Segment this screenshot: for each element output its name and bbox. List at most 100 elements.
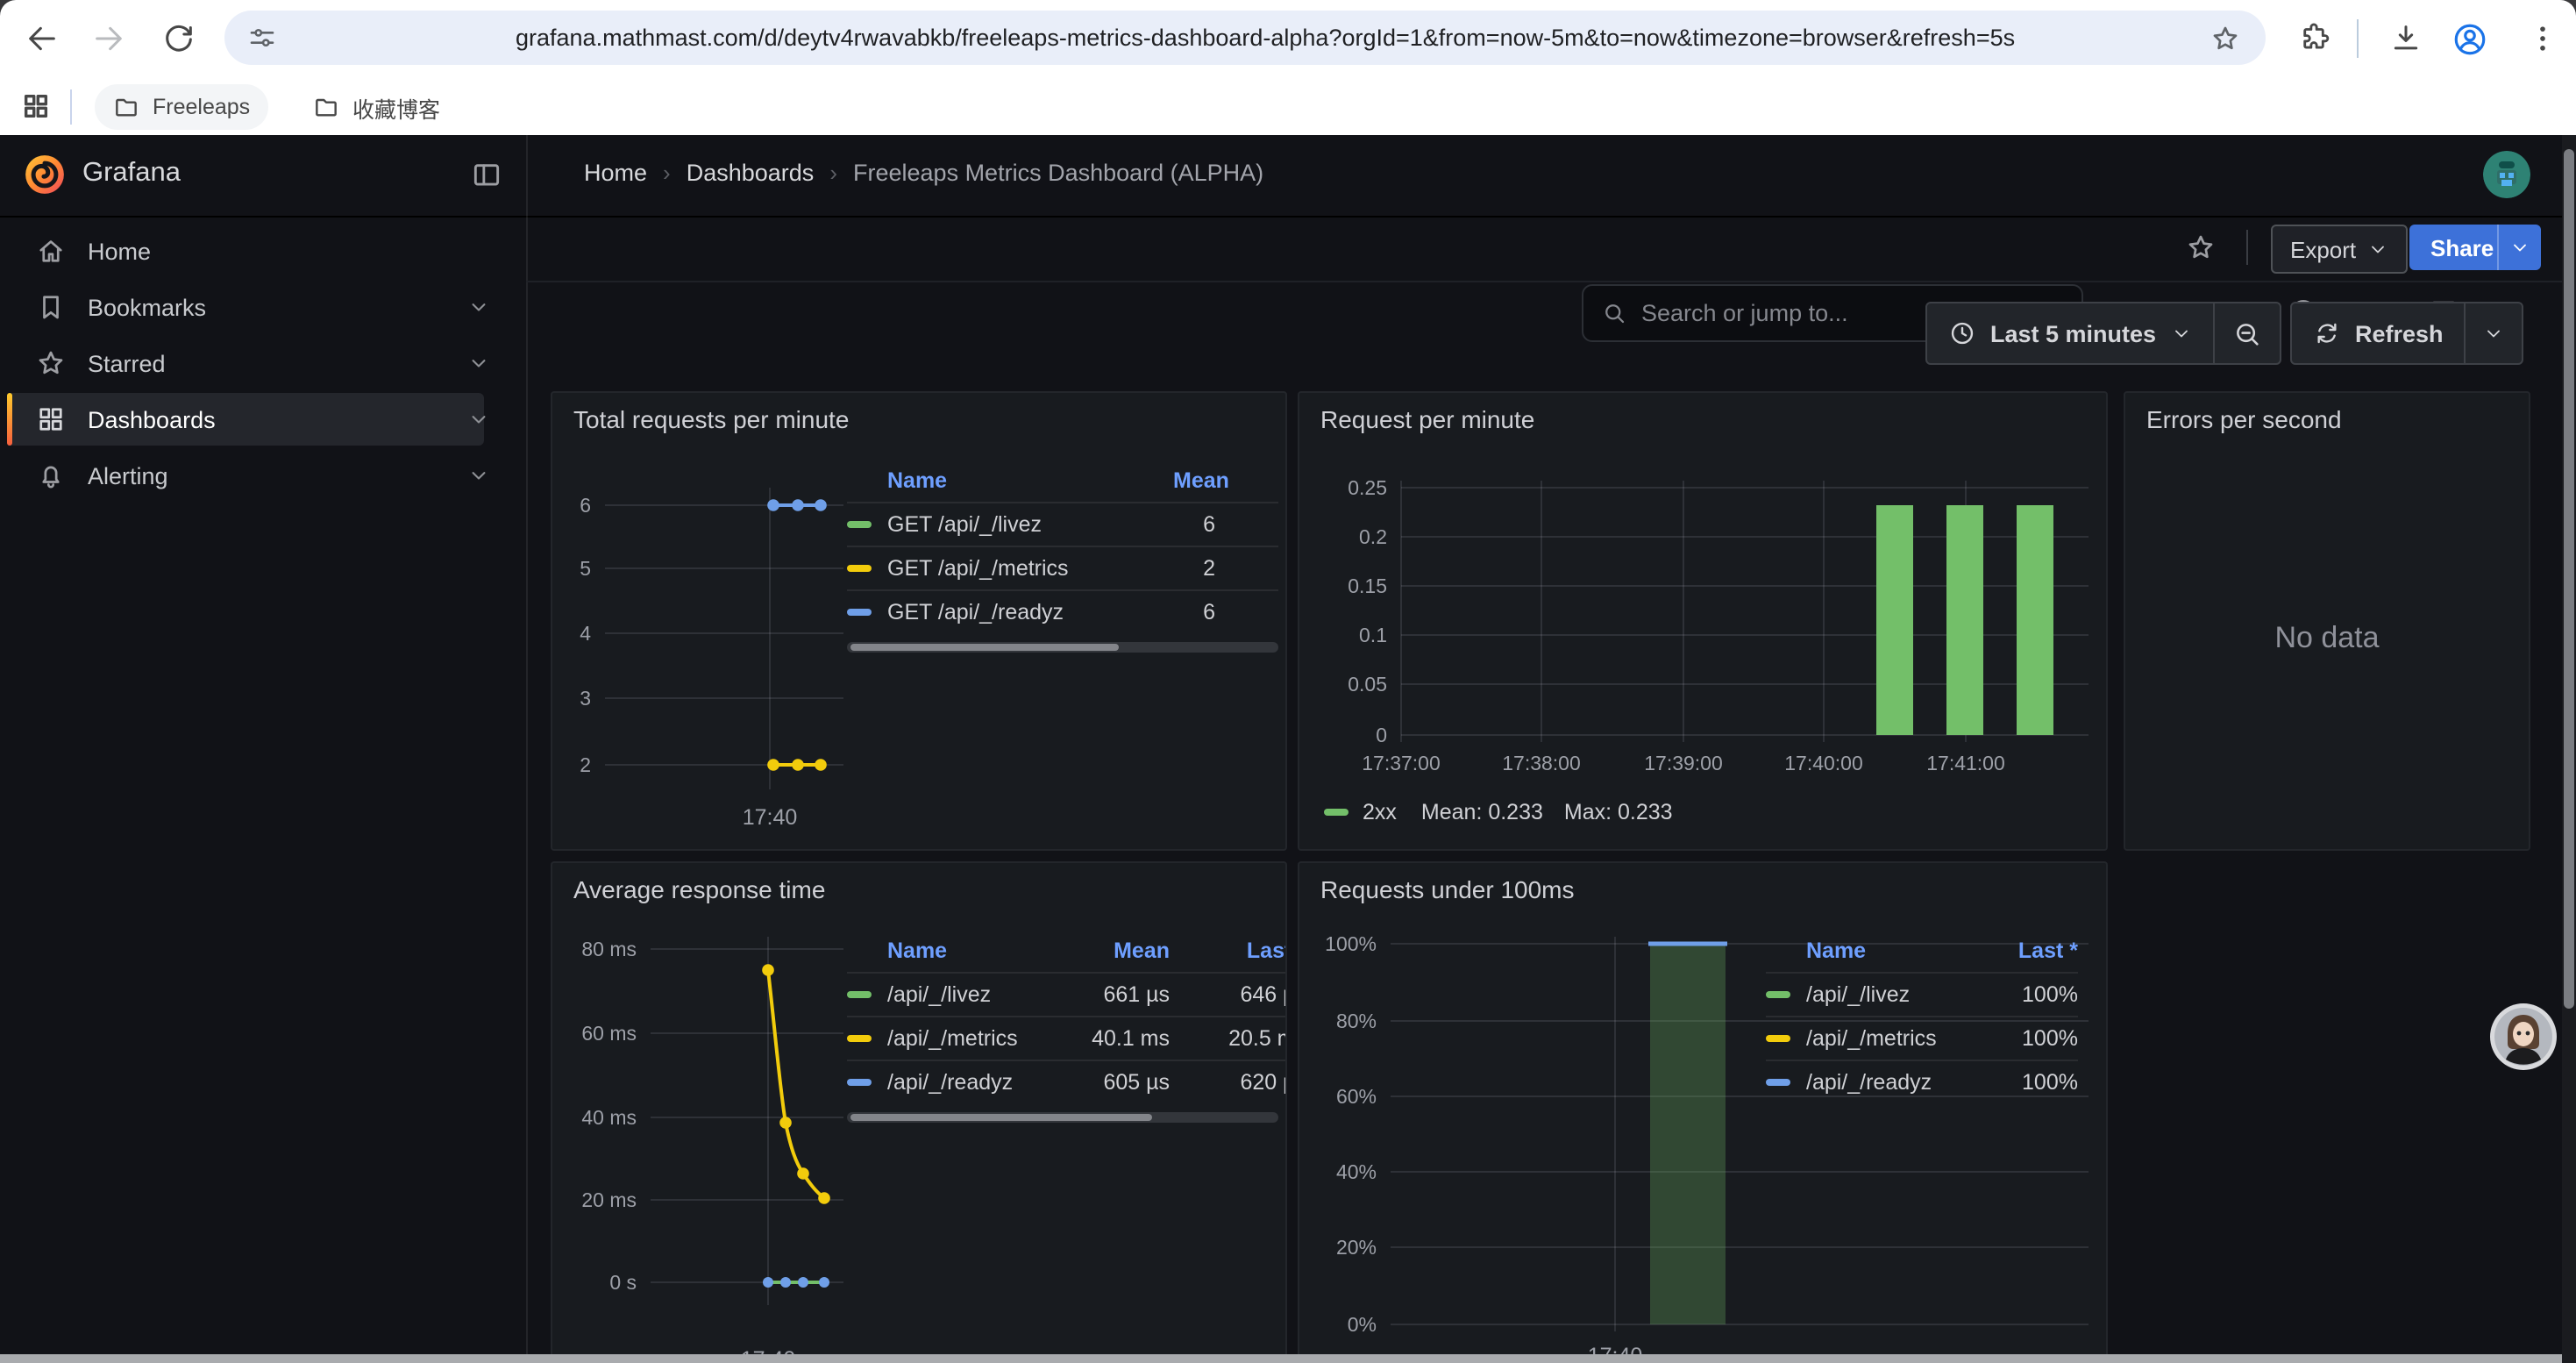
star-icon bbox=[35, 347, 67, 379]
legend-col-name[interactable]: Name bbox=[887, 468, 1173, 493]
grafana-logo-icon[interactable] bbox=[23, 153, 67, 196]
series-swatch bbox=[847, 1035, 872, 1042]
series-last: 20.5 ms bbox=[1170, 1026, 1287, 1051]
sidebar: Home Bookmarks Starred Dashboards Alerti… bbox=[0, 216, 526, 1363]
vertical-scrollbar-thumb[interactable] bbox=[2564, 149, 2574, 1009]
user-avatar[interactable] bbox=[2483, 151, 2530, 198]
floating-assistant-avatar[interactable] bbox=[2490, 1003, 2557, 1070]
legend-header: Name Mean Last * bbox=[847, 930, 1287, 972]
legend-col-name[interactable]: Name bbox=[1806, 938, 1973, 963]
legend-row[interactable]: /api/_/metrics 40.1 ms 20.5 ms bbox=[847, 1016, 1287, 1060]
series-swatch bbox=[1766, 1035, 1790, 1042]
share-dropdown-button[interactable] bbox=[2497, 225, 2541, 270]
svg-text:20%: 20% bbox=[1336, 1236, 1377, 1259]
export-label: Export bbox=[2290, 236, 2356, 262]
bell-icon bbox=[35, 460, 67, 491]
legend-table: Name Mean Last * /api/_/livez 661 µs 646… bbox=[847, 930, 1287, 1123]
sidebar-item-dashboards[interactable]: Dashboards bbox=[7, 393, 484, 446]
chevron-down-icon[interactable] bbox=[466, 407, 491, 432]
refresh-interval-dropdown[interactable] bbox=[2466, 303, 2523, 363]
address-bar[interactable]: grafana.mathmast.com/d/deytv4rwavabkb/fr… bbox=[224, 11, 2266, 65]
sidebar-main-divider bbox=[526, 135, 528, 1363]
breadcrumb: Home › Dashboards › Freeleaps Metrics Da… bbox=[584, 160, 1263, 186]
reload-icon[interactable] bbox=[161, 21, 196, 56]
apps-grid-icon[interactable] bbox=[21, 91, 51, 121]
legend-col-mean[interactable]: Mean bbox=[1047, 938, 1170, 963]
downloads-icon[interactable] bbox=[2388, 21, 2423, 56]
legend-scrollbar[interactable] bbox=[847, 642, 1278, 653]
series-swatch bbox=[847, 521, 872, 528]
legend-row[interactable]: /api/_/livez 661 µs 646 µs bbox=[847, 972, 1287, 1016]
series-last: 620 µs bbox=[1170, 1070, 1287, 1095]
sidebar-item-home[interactable]: Home bbox=[7, 225, 484, 277]
back-icon[interactable] bbox=[25, 21, 60, 56]
chevron-down-icon bbox=[2484, 323, 2505, 344]
refresh-button[interactable]: Refresh bbox=[2292, 303, 2465, 363]
panel-title[interactable]: Errors per second bbox=[2146, 405, 2342, 433]
series-name[interactable]: 2xx bbox=[1363, 800, 1397, 824]
legend-row[interactable]: /api/_/metrics 100% bbox=[1766, 1016, 2078, 1060]
breadcrumb-dashboards[interactable]: Dashboards bbox=[687, 160, 815, 186]
refresh-label: Refresh bbox=[2355, 320, 2444, 346]
forward-icon[interactable] bbox=[91, 21, 126, 56]
grafana-brand-label[interactable]: Grafana bbox=[82, 158, 181, 189]
legend-row[interactable]: GET /api/_/metrics 2 bbox=[847, 546, 1278, 589]
chevron-down-icon[interactable] bbox=[466, 463, 491, 488]
bookmark-star-icon[interactable] bbox=[2210, 23, 2241, 54]
series-mean: 6 bbox=[1173, 600, 1278, 624]
sidebar-item-bookmarks[interactable]: Bookmarks bbox=[7, 281, 484, 333]
breadcrumb-separator: › bbox=[663, 160, 671, 186]
chevron-down-icon bbox=[2170, 323, 2191, 344]
svg-text:17:39:00: 17:39:00 bbox=[1644, 752, 1723, 774]
series-name: GET /api/_/livez bbox=[887, 512, 1173, 537]
series-mean: 6 bbox=[1173, 512, 1278, 537]
toolbar-divider bbox=[2357, 19, 2359, 58]
legend-row[interactable]: /api/_/readyz 605 µs 620 µs bbox=[847, 1060, 1287, 1103]
scrollbar-thumb[interactable] bbox=[850, 644, 1118, 651]
legend-scrollbar[interactable] bbox=[847, 1112, 1278, 1123]
legend-row[interactable]: GET /api/_/livez 6 bbox=[847, 502, 1278, 546]
legend-table: Name Last * /api/_/livez 100% /api/_/met… bbox=[1766, 930, 2078, 1103]
svg-text:17:37:00: 17:37:00 bbox=[1362, 752, 1441, 774]
zoom-out-button[interactable] bbox=[2214, 303, 2279, 363]
legend-row[interactable]: /api/_/livez 100% bbox=[1766, 972, 2078, 1016]
export-button[interactable]: Export bbox=[2271, 225, 2407, 274]
breadcrumb-home[interactable]: Home bbox=[584, 160, 647, 186]
legend-col-mean[interactable]: Mean bbox=[1173, 468, 1278, 493]
legend-col-last[interactable]: Last * bbox=[1170, 938, 1287, 963]
series-name: GET /api/_/readyz bbox=[887, 600, 1173, 624]
sidebar-item-alerting[interactable]: Alerting bbox=[7, 449, 484, 502]
dashboards-grid-icon bbox=[35, 403, 67, 435]
bookmark-folder-freeleaps[interactable]: Freeleaps bbox=[95, 84, 267, 130]
chevron-down-icon[interactable] bbox=[466, 295, 491, 319]
svg-text:5: 5 bbox=[580, 557, 591, 580]
favorite-star-icon[interactable] bbox=[2185, 232, 2217, 263]
legend-col-last[interactable]: Last * bbox=[1973, 938, 2078, 963]
actions-divider bbox=[2246, 230, 2248, 265]
time-range-picker[interactable]: Last 5 minutes bbox=[1927, 303, 2212, 363]
svg-text:80 ms: 80 ms bbox=[581, 938, 637, 960]
svg-text:0.15: 0.15 bbox=[1348, 574, 1387, 597]
extensions-icon[interactable] bbox=[2297, 21, 2330, 54]
svg-text:0.2: 0.2 bbox=[1359, 525, 1387, 548]
svg-text:2: 2 bbox=[580, 753, 591, 776]
svg-text:40%: 40% bbox=[1336, 1160, 1377, 1183]
scrollbar-thumb[interactable] bbox=[850, 1114, 1152, 1121]
series-swatch bbox=[847, 991, 872, 998]
horizontal-scrollbar[interactable] bbox=[0, 1354, 2562, 1363]
sidebar-toggle-icon[interactable] bbox=[470, 158, 503, 191]
legend-row[interactable]: GET /api/_/readyz 6 bbox=[847, 589, 1278, 633]
url-text[interactable]: grafana.mathmast.com/d/deytv4rwavabkb/fr… bbox=[516, 11, 2015, 65]
browser-profile-icon[interactable] bbox=[2451, 21, 2487, 56]
series-name: GET /api/_/metrics bbox=[887, 556, 1173, 581]
legend-col-name[interactable]: Name bbox=[887, 938, 1047, 963]
series-name: /api/_/readyz bbox=[1806, 1070, 1973, 1095]
browser-menu-icon[interactable] bbox=[2525, 21, 2560, 56]
legend-row[interactable]: /api/_/readyz 100% bbox=[1766, 1060, 2078, 1103]
bookmark-folder-blogs[interactable]: 收藏博客 bbox=[295, 84, 458, 130]
sidebar-item-starred[interactable]: Starred bbox=[7, 337, 484, 389]
chevron-down-icon[interactable] bbox=[466, 351, 491, 375]
site-settings-icon[interactable] bbox=[247, 23, 277, 53]
series-max: Max: 0.233 bbox=[1564, 800, 1673, 824]
panel-request-per-minute: Request per minute 0.25 0.2 0.15 0.1 0.0… bbox=[1298, 391, 2108, 851]
